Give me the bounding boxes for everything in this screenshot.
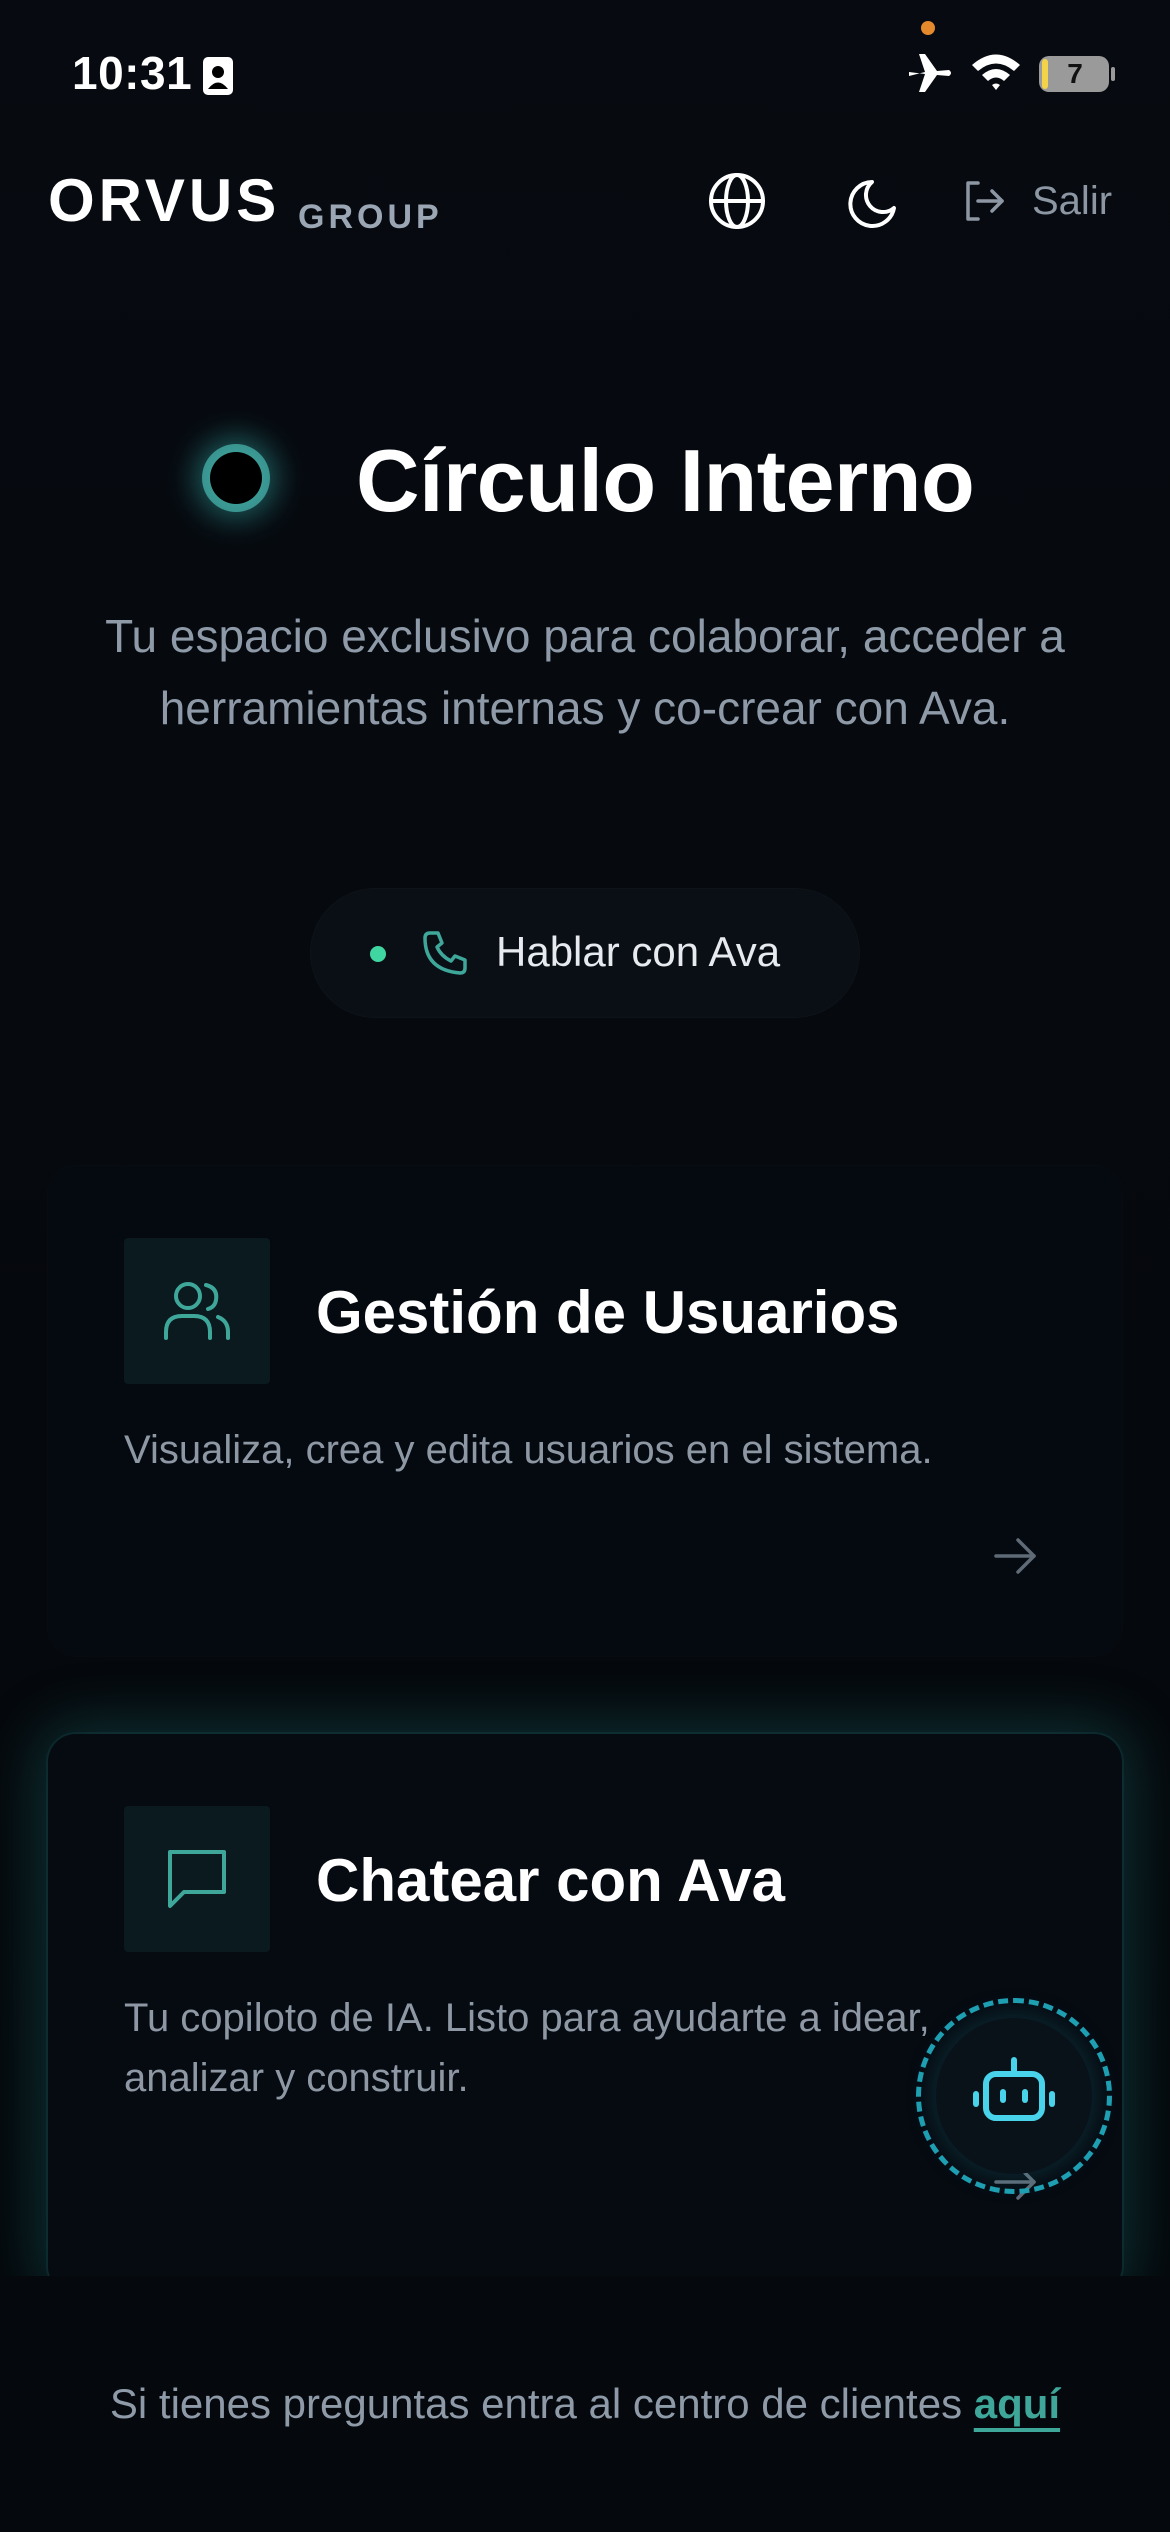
footer-text: Si tienes preguntas entra al centro de c… — [0, 2380, 1170, 2428]
logo-main: ORVUS — [48, 167, 281, 234]
customer-center-link[interactable]: aquí — [974, 2380, 1060, 2427]
chat-bubble-icon — [168, 1850, 226, 1908]
ava-bot-floating-button[interactable] — [916, 1998, 1112, 2194]
card-icon-box — [124, 1806, 270, 1952]
logout-icon — [966, 181, 1004, 221]
users-icon — [164, 1282, 230, 1340]
status-time: 10:31 — [72, 47, 193, 99]
logo-sub: GROUP — [298, 198, 443, 236]
footer: Si tienes preguntas entra al centro de c… — [0, 2276, 1170, 2532]
card-description: Visualiza, crea y edita usuarios en el s… — [124, 1428, 933, 1472]
robot-icon — [973, 2057, 1055, 2121]
page-title: Círculo Interno — [356, 431, 975, 530]
phone-icon — [423, 931, 467, 975]
card-icon-box — [124, 1238, 270, 1384]
status-bar: 10:31 7 — [0, 0, 1170, 140]
privacy-indicator-dot — [921, 21, 935, 35]
logout-label: Salir — [1032, 178, 1113, 223]
wifi-icon — [972, 54, 1020, 90]
card-title: Gestión de Usuarios — [316, 1279, 900, 1346]
card-description: Tu copiloto de IA. Listo para ayudarte a… — [124, 1996, 930, 2100]
language-globe-icon[interactable] — [704, 168, 770, 234]
theme-moon-icon[interactable] — [846, 170, 908, 232]
online-status-dot — [370, 946, 386, 962]
app-header: ORVUS GROUP Salir — [0, 150, 1170, 250]
arrow-right-icon[interactable] — [988, 1528, 1044, 1584]
battery-level: 7 — [1067, 58, 1083, 89]
page: 10:31 7 ORVUS GROUP Salir Círculo Intern… — [0, 0, 1170, 2532]
airplane-icon — [909, 54, 951, 92]
talk-with-ava-button[interactable]: Hablar con Ava — [310, 888, 860, 1018]
talk-with-ava-label: Hablar con Ava — [496, 928, 781, 975]
page-subtitle: Tu espacio exclusivo para colaborar, acc… — [105, 610, 1065, 734]
footer-help-text: Si tienes preguntas entra al centro de c… — [109, 2380, 974, 2427]
glowing-orb-icon — [210, 452, 262, 504]
logout-button[interactable]: Salir — [960, 170, 1112, 232]
user-management-card[interactable]: Gestión de Usuarios Visualiza, crea y ed… — [48, 1166, 1122, 1656]
card-title: Chatear con Ava — [316, 1847, 786, 1914]
id-card-icon — [203, 57, 233, 95]
